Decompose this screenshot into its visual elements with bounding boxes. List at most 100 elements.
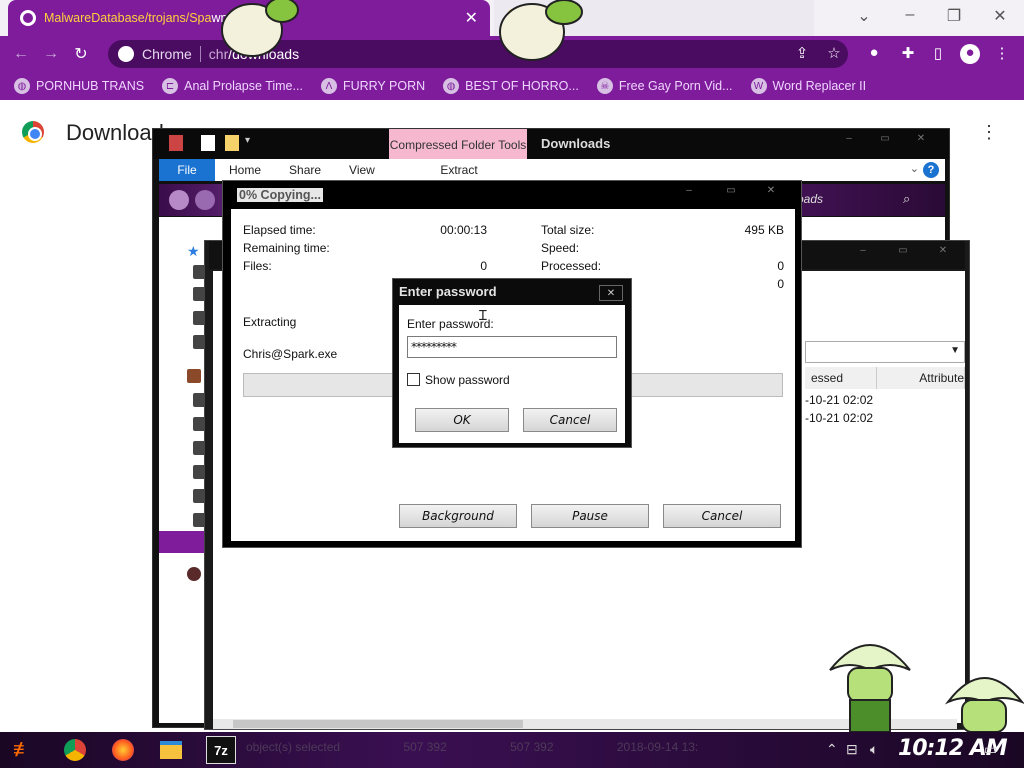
progress-minimize-icon[interactable]: – xyxy=(671,185,707,203)
new-folder-icon[interactable] xyxy=(225,135,239,151)
wr-icon: W xyxy=(750,78,767,94)
column-header-attributes[interactable]: Attribute xyxy=(877,367,965,389)
close-window-icon[interactable]: ✕ xyxy=(986,6,1014,26)
explorer-close-icon[interactable]: ✕ xyxy=(903,133,939,151)
ribbon-home-tab[interactable]: Home xyxy=(215,163,275,177)
bookmark-3[interactable]: ◍ BEST OF HORRO... xyxy=(443,78,579,94)
pause-button[interactable]: Pause xyxy=(531,504,649,528)
globe-icon: ◍ xyxy=(14,78,30,94)
files-label: Files: xyxy=(243,259,272,273)
bookmark-1[interactable]: ⊏ Anal Prolapse Time... xyxy=(162,78,303,94)
chrome-logo-icon xyxy=(22,121,44,143)
progress-close-icon[interactable]: ✕ xyxy=(753,185,789,203)
status-size: 507 392 xyxy=(403,740,447,754)
show-password-checkbox[interactable] xyxy=(407,373,420,386)
tray-chevron-icon[interactable]: ⌃ xyxy=(826,741,838,758)
ribbon-expand-icon[interactable]: ⌄ xyxy=(910,162,919,175)
progress-title: 0% Copying... xyxy=(237,188,323,202)
omnibox-chip: Chrome xyxy=(142,46,192,62)
side-panel-icon[interactable]: ▯ xyxy=(928,44,948,64)
properties-icon[interactable] xyxy=(201,135,215,151)
restore-icon[interactable]: ❐ xyxy=(940,6,968,26)
bookmark-5[interactable]: W Word Replacer II xyxy=(750,78,866,94)
firefox-taskbar-icon[interactable] xyxy=(108,736,138,764)
account-avatar-icon[interactable]: ● xyxy=(960,44,980,64)
menu-icon[interactable]: ⋮ xyxy=(992,44,1012,64)
password-input[interactable]: ********* xyxy=(407,336,617,358)
notifications-icon[interactable]: ▭ xyxy=(984,741,997,758)
ribbon-view-tab[interactable]: View xyxy=(335,163,389,177)
profile-extension-icon[interactable]: ● xyxy=(864,44,884,64)
globe-icon: ◍ xyxy=(443,78,460,94)
action-label: Extracting xyxy=(243,315,297,329)
total-size-label: Total size: xyxy=(541,223,595,237)
bookmark-4[interactable]: ☠ Free Gay Porn Vid... xyxy=(596,78,733,94)
show-password-label[interactable]: Show password xyxy=(425,373,510,387)
ribbon-file-tab[interactable]: File xyxy=(159,159,215,181)
cancel-button[interactable]: Cancel xyxy=(523,408,617,432)
archive-close-icon[interactable]: ✕ xyxy=(925,245,961,263)
folder-icon[interactable] xyxy=(187,369,201,383)
background-button[interactable]: Background xyxy=(399,504,517,528)
cancel-button[interactable]: Cancel xyxy=(663,504,781,528)
archive-path-dropdown[interactable]: ▼ xyxy=(805,341,965,363)
mascot-icon xyxy=(221,0,299,57)
taskbar: ≢ 7z object(s) selected 507 392 507 392 … xyxy=(0,732,1024,768)
explorer-maximize-icon[interactable]: ▭ xyxy=(867,133,903,151)
lambda-icon: Λ xyxy=(320,78,337,94)
sevenzip-taskbar-icon[interactable]: 7z xyxy=(206,736,236,764)
archive-minimize-icon[interactable]: – xyxy=(845,245,881,263)
omnibox-divider xyxy=(199,46,201,62)
table-cell-date[interactable]: -10-21 02:02 xyxy=(805,393,873,407)
minimize-icon[interactable]: – xyxy=(896,6,924,24)
archive-status-bar: object(s) selected 507 392 507 392 2018-… xyxy=(246,740,758,754)
ribbon-share-tab[interactable]: Share xyxy=(275,163,335,177)
table-cell-date[interactable]: -10-21 02:02 xyxy=(805,411,873,425)
column-header-modified[interactable]: essed xyxy=(805,367,877,389)
search-icon[interactable]: ⌕ xyxy=(903,191,910,207)
network-icon[interactable]: ⊟ xyxy=(846,741,858,758)
extensions-icon[interactable]: ✚ xyxy=(898,44,918,64)
file-explorer-taskbar-icon[interactable] xyxy=(156,736,186,764)
share-icon[interactable]: ⇪ xyxy=(792,44,812,64)
tab-close-icon[interactable]: ✕ xyxy=(465,8,478,28)
peridot-mascot-icon xyxy=(944,677,1024,732)
selected-nav-item[interactable] xyxy=(159,531,207,553)
drive-icon[interactable] xyxy=(187,567,201,581)
status-date: 2018-09-14 13: xyxy=(616,740,699,754)
back-icon[interactable]: ← xyxy=(6,45,36,63)
reload-icon[interactable]: ↻ xyxy=(66,44,96,64)
peridot-mascot-icon xyxy=(829,644,911,732)
ok-button[interactable]: OK xyxy=(415,408,509,432)
back-icon[interactable] xyxy=(169,190,189,210)
quick-access-icon[interactable]: ★ xyxy=(187,243,200,260)
volume-icon[interactable]: 🔈︎ xyxy=(870,741,878,758)
chrome-taskbar-icon[interactable] xyxy=(60,736,90,764)
help-icon[interactable]: ? xyxy=(923,162,939,178)
explorer-minimize-icon[interactable]: – xyxy=(831,133,867,151)
compressed-value: 0 xyxy=(777,277,784,291)
context-tab[interactable]: Compressed Folder Tools xyxy=(389,129,527,161)
archive-maximize-icon[interactable]: ▭ xyxy=(885,245,921,263)
close-icon[interactable]: ✕ xyxy=(599,285,623,301)
tab-search-icon[interactable]: ⌄ xyxy=(850,6,878,26)
bookmark-0[interactable]: ◍ PORNHUB TRANS xyxy=(14,78,144,94)
current-file-label: Chris@Spark.exe xyxy=(243,347,338,361)
ribbon-extract-tab[interactable]: Extract xyxy=(391,163,527,177)
forward-icon[interactable] xyxy=(195,190,215,210)
bracket-icon: ⊏ xyxy=(162,78,179,94)
scrollbar-thumb[interactable] xyxy=(233,720,523,728)
page-menu-icon[interactable]: ⋮ xyxy=(980,122,998,143)
speed-label: Speed: xyxy=(541,241,580,255)
progress-maximize-icon[interactable]: ▭ xyxy=(713,185,749,203)
chrome-site-icon xyxy=(118,46,134,62)
bookmark-2[interactable]: Λ FURRY PORN xyxy=(320,78,425,94)
start-icon[interactable]: ≢ xyxy=(8,736,38,764)
total-size-value: 495 KB xyxy=(744,223,784,237)
qat-dropdown-icon[interactable]: ▾ xyxy=(245,135,259,151)
bookmark-star-icon[interactable]: ☆ xyxy=(824,44,844,64)
processed-label: Processed: xyxy=(541,259,602,273)
ribbon: File Home Share View Extract ⌄ ? xyxy=(159,159,945,181)
forward-icon[interactable]: → xyxy=(36,45,66,63)
elapsed-label: Elapsed time: xyxy=(243,223,316,237)
